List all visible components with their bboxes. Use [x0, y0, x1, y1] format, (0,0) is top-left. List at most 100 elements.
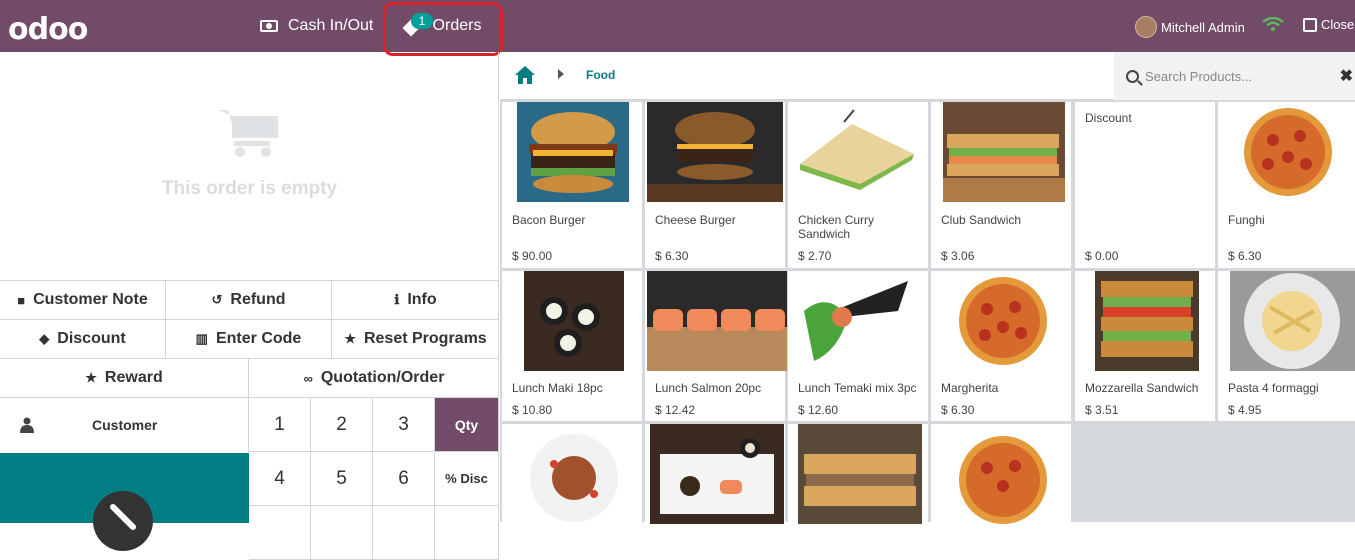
star-icon: ★ [85, 370, 97, 385]
payment-button[interactable] [0, 453, 249, 551]
panini-image [798, 424, 922, 524]
product-name: Margherita [941, 381, 999, 395]
product-price: $ 3.06 [941, 249, 975, 263]
product-name: Pasta 4 formaggi [1228, 381, 1319, 395]
product-price: $ 12.60 [798, 403, 839, 417]
product-name: Mozzarella Sandwich [1085, 381, 1199, 395]
home-icon[interactable] [514, 65, 536, 85]
product-card-margherita[interactable]: Margherita $ 6.30 [931, 271, 1071, 421]
info-label: Info [407, 291, 437, 308]
numpad-key-6[interactable]: 6 [373, 452, 435, 506]
club-sandwich-image [943, 102, 1065, 202]
cheese-burger-image [647, 102, 783, 202]
link-icon: ∞ [303, 370, 313, 386]
quotation-order-label: Quotation/Order [320, 369, 445, 386]
numpad-key-row3-2[interactable] [311, 506, 373, 560]
product-name: Lunch Maki 18pc [512, 381, 603, 395]
order-pane: This order is empty ■ Customer Note ↺ Re… [0, 52, 499, 560]
product-card-club-sandwich[interactable]: Club Sandwich $ 3.06 [931, 102, 1071, 268]
numpad-key-row3-1[interactable] [249, 506, 311, 560]
reward-label: Reward [104, 369, 163, 386]
enter-code-button[interactable]: ▥ Enter Code [166, 320, 332, 358]
product-price: $ 90.00 [512, 249, 553, 263]
product-card-chicken-curry-sandwich[interactable]: Chicken Curry Sandwich $ 2.70 [788, 102, 928, 268]
control-row-1: ■ Customer Note ↺ Refund ℹ Info [0, 280, 499, 319]
barcode-icon: ▥ [195, 331, 208, 346]
note-icon: ■ [17, 292, 26, 308]
discount-mode-button[interactable]: % Disc [435, 452, 499, 506]
user-icon [20, 417, 34, 433]
product-card-bacon-burger[interactable]: Bacon Burger $ 90.00 [502, 102, 642, 268]
numpad-key-1[interactable]: 1 [249, 398, 311, 452]
lunch-maki-image [524, 271, 624, 371]
product-card-pasta-4-formaggi[interactable]: Pasta 4 formaggi $ 4.95 [1218, 271, 1355, 421]
mozzarella-sandwich-image [1095, 271, 1199, 371]
product-card-row3-4[interactable] [931, 424, 1071, 524]
product-price: $ 6.30 [655, 249, 689, 263]
wifi-icon [1262, 17, 1284, 31]
product-name: Lunch Salmon 20pc [655, 381, 762, 395]
numpad-key-row3-3[interactable] [373, 506, 435, 560]
customer-button[interactable]: Customer [0, 398, 249, 452]
product-name: Cheese Burger [655, 213, 736, 227]
product-card-lunch-temaki[interactable]: Lunch Temaki mix 3pc $ 12.60 [788, 271, 928, 421]
star-icon: ★ [344, 331, 356, 346]
product-pane: Food Search Products... ✖ Bacon Burger $… [500, 52, 1355, 524]
discount-label: Discount [57, 330, 126, 347]
cash-in-out-button[interactable]: Cash In/Out [260, 0, 373, 52]
numpad: Customer 1 2 3 Qty 4 5 6 % Disc [0, 397, 499, 560]
numpad-key-row3-4[interactable] [435, 506, 499, 560]
sign-out-icon [1303, 17, 1317, 32]
product-name: Lunch Temaki mix 3pc [798, 381, 917, 395]
shopping-cart-icon [218, 110, 278, 157]
breadcrumb-category[interactable]: Food [586, 68, 615, 82]
product-price: $ 12.42 [655, 403, 696, 417]
tag-icon: ◆ [39, 331, 50, 346]
bacon-burger-image [517, 102, 629, 202]
control-row-3: ★ Reward ∞ Quotation/Order [0, 358, 499, 397]
sushi-plate-image [650, 424, 784, 524]
info-button[interactable]: ℹ Info [332, 281, 499, 319]
refund-button[interactable]: ↺ Refund [166, 281, 332, 319]
reward-button[interactable]: ★ Reward [0, 359, 249, 397]
breadcrumb: Food Search Products... ✖ [500, 52, 1355, 100]
quotation-order-button[interactable]: ∞ Quotation/Order [249, 359, 499, 397]
product-card-lunch-salmon[interactable]: Lunch Salmon 20pc $ 12.42 [645, 271, 787, 421]
qty-mode-button[interactable]: Qty [435, 398, 499, 452]
lunch-salmon-image [647, 271, 787, 371]
product-card-mozzarella-sandwich[interactable]: Mozzarella Sandwich $ 3.51 [1075, 271, 1215, 421]
control-row-2: ◆ Discount ▥ Enter Code ★ Reset Programs [0, 319, 499, 358]
avatar [1135, 16, 1157, 38]
cash-icon [260, 20, 278, 32]
numpad-key-2[interactable]: 2 [311, 398, 373, 452]
reset-programs-button[interactable]: ★ Reset Programs [332, 320, 499, 358]
payment-arrow-icon [93, 491, 153, 551]
product-card-discount[interactable]: Discount $ 0.00 [1075, 102, 1215, 268]
search-products-field[interactable]: Search Products... ✖ [1114, 52, 1355, 100]
numpad-key-3[interactable]: 3 [373, 398, 435, 452]
product-price: $ 2.70 [798, 249, 832, 263]
numpad-key-4[interactable]: 4 [249, 452, 311, 506]
funghi-image [1238, 102, 1338, 202]
product-price: $ 6.30 [1228, 249, 1262, 263]
close-button[interactable]: Close [1303, 17, 1354, 32]
pasta-4-formaggi-image [1230, 271, 1355, 371]
product-card-funghi[interactable]: Funghi $ 6.30 [1218, 102, 1355, 268]
numpad-key-5[interactable]: 5 [311, 452, 373, 506]
cash-in-out-label: Cash In/Out [288, 17, 374, 34]
discount-button[interactable]: ◆ Discount [0, 320, 166, 358]
user-menu[interactable]: Mitchell Admin [1135, 16, 1245, 38]
product-card-row3-3[interactable] [788, 424, 928, 524]
odoo-logo: odoo [8, 12, 88, 47]
reset-programs-label: Reset Programs [363, 330, 487, 347]
product-card-lunch-maki[interactable]: Lunch Maki 18pc $ 10.80 [502, 271, 642, 421]
pizza-image [953, 424, 1053, 524]
empty-order-text: This order is empty [161, 178, 338, 199]
chevron-right-icon [558, 69, 564, 79]
product-card-row3-1[interactable] [502, 424, 642, 524]
product-card-cheese-burger[interactable]: Cheese Burger $ 6.30 [645, 102, 785, 268]
product-price: $ 10.80 [512, 403, 553, 417]
clear-search-icon[interactable]: ✖ [1340, 66, 1353, 86]
product-card-row3-2[interactable] [645, 424, 785, 524]
customer-note-button[interactable]: ■ Customer Note [0, 281, 166, 319]
